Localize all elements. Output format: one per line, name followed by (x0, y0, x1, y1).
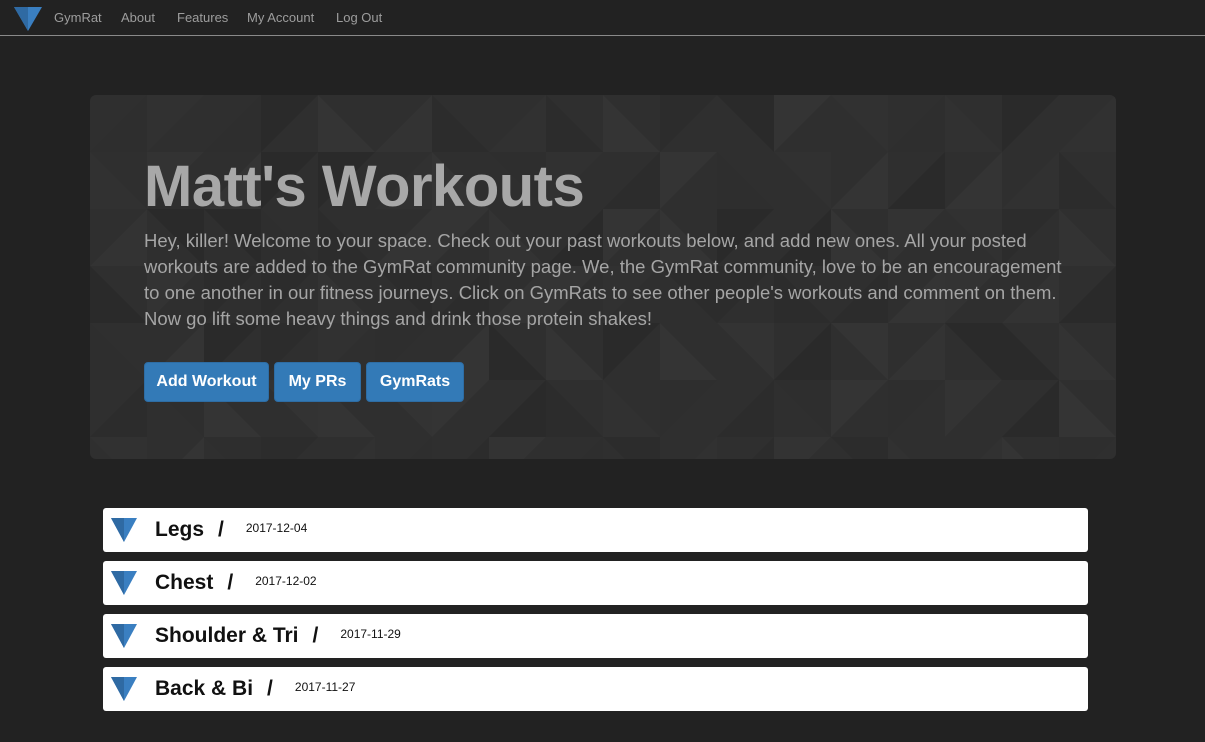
top-navbar: GymRat About Features My Account Log Out (0, 0, 1205, 36)
my-prs-button[interactable]: My PRs (274, 362, 361, 402)
nav-link-about[interactable]: About (121, 10, 155, 25)
workout-name: Back & Bi (155, 677, 254, 700)
workout-name: Legs (155, 518, 205, 541)
workout-list-item[interactable]: Shoulder & Tri / 2017-11-29 (103, 614, 1088, 658)
gymrat-logo-icon[interactable] (13, 4, 43, 32)
hero-jumbotron: Matt's Workouts Hey, killer! Welcome to … (90, 95, 1116, 459)
nav-link-features[interactable]: Features (177, 10, 228, 25)
hero-description: Hey, killer! Welcome to your space. Chec… (144, 230, 1062, 329)
workout-name: Shoulder & Tri (155, 624, 299, 647)
workout-title: Back & Bi / 2017-11-27 (155, 677, 355, 701)
add-workout-button[interactable]: Add Workout (144, 362, 269, 402)
workout-title: Shoulder & Tri / 2017-11-29 (155, 624, 401, 648)
workout-separator: / (227, 571, 234, 594)
workout-name: Chest (155, 571, 214, 594)
nav-link-log-out[interactable]: Log Out (336, 10, 382, 25)
workout-separator: / (267, 677, 273, 700)
workout-separator: / (312, 624, 319, 647)
workout-list-item[interactable]: Legs / 2017-12-04 (103, 508, 1088, 552)
workout-triangle-icon (111, 571, 137, 595)
nav-brand-link[interactable]: GymRat (54, 10, 102, 25)
workout-triangle-icon (111, 518, 137, 542)
workout-list-item[interactable]: Back & Bi / 2017-11-27 (103, 667, 1088, 711)
workout-title: Legs / 2017-12-04 (155, 518, 307, 542)
workout-list-item[interactable]: Chest / 2017-12-02 (103, 561, 1088, 605)
nav-link-my-account[interactable]: My Account (247, 10, 314, 25)
page-title: Matt's Workouts (144, 154, 585, 219)
workout-triangle-icon (111, 624, 137, 648)
workout-date: 2017-11-29 (340, 627, 401, 641)
workout-separator: / (218, 518, 224, 541)
workout-triangle-icon (111, 677, 137, 701)
workout-date: 2017-11-27 (294, 680, 356, 694)
workout-title: Chest / 2017-12-02 (155, 571, 317, 595)
gymrats-button[interactable]: GymRats (366, 362, 464, 402)
workout-date: 2017-12-02 (255, 574, 317, 588)
workout-date: 2017-12-04 (245, 521, 308, 535)
